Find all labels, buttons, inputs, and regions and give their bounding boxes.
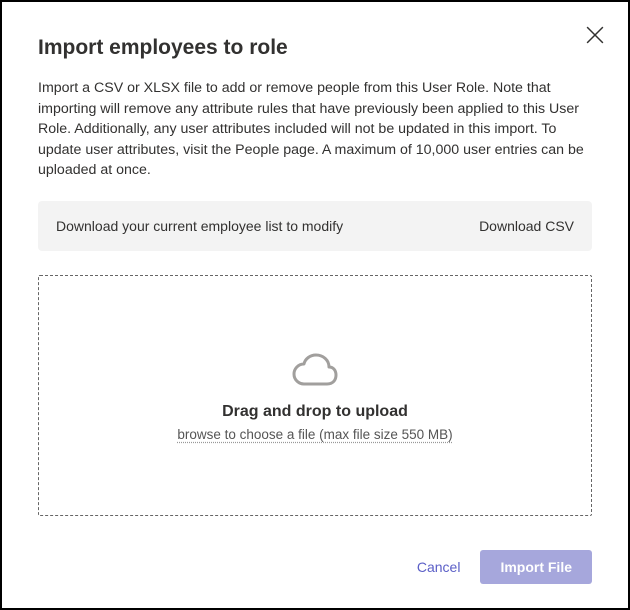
dialog-description: Import a CSV or XLSX file to add or remo…: [38, 78, 592, 181]
close-button[interactable]: [586, 26, 604, 44]
dropzone-headline: Drag and drop to upload: [222, 403, 408, 421]
import-file-button[interactable]: Import File: [480, 550, 592, 584]
dialog-title: Import employees to role: [38, 36, 592, 60]
download-prompt: Download your current employee list to m…: [56, 218, 343, 234]
close-icon: [586, 26, 604, 44]
import-employees-dialog: Import employees to role Import a CSV or…: [2, 2, 628, 608]
cloud-upload-icon: [291, 349, 339, 389]
browse-file-link[interactable]: browse to choose a file (max file size 5…: [177, 427, 452, 442]
cancel-button[interactable]: Cancel: [417, 559, 461, 575]
file-dropzone[interactable]: Drag and drop to upload browse to choose…: [38, 275, 592, 516]
download-bar: Download your current employee list to m…: [38, 201, 592, 251]
download-csv-link[interactable]: Download CSV: [479, 218, 574, 234]
dialog-footer: Cancel Import File: [38, 550, 592, 584]
